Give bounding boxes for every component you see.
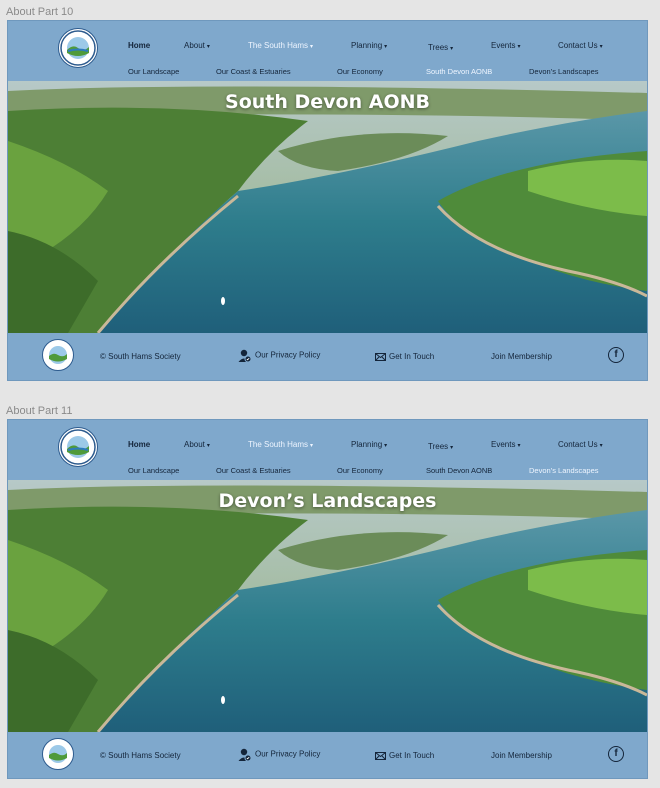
caret-down-icon: ▾ [384, 44, 388, 50]
footer-membership-link[interactable]: Join Membership [491, 352, 552, 361]
caret-down-icon: ▾ [599, 443, 603, 449]
hero-title: Devon’s Landscapes [218, 490, 437, 512]
caret-down-icon: ▾ [384, 443, 388, 449]
nav-contact[interactable]: Contact Us ▾ [558, 440, 603, 449]
top-navigation: Home About ▾ The South Hams ▾ Planning ▾ Tr… [8, 21, 647, 81]
hero-title: South Devon AONB [225, 91, 430, 113]
nav-south-hams[interactable]: The South Hams ▾ [248, 440, 313, 449]
footer-contact-link[interactable]: Get In Touch [375, 352, 434, 361]
nav-planning[interactable]: Planning ▾ [351, 41, 387, 50]
caret-down-icon: ▾ [517, 44, 521, 50]
caret-down-icon: ▾ [206, 443, 210, 449]
subnav-devons-landscapes[interactable]: Devon’s Landscapes [529, 67, 599, 76]
subnav-south-devon-aonb[interactable]: South Devon AONB [426, 466, 492, 475]
subnav-our-economy[interactable]: Our Economy [337, 67, 383, 76]
caret-down-icon: ▾ [517, 443, 521, 449]
subnav-our-landscape[interactable]: Our Landscape [128, 67, 179, 76]
nav-trees[interactable]: Trees ▾ [428, 43, 453, 52]
society-logo[interactable] [58, 28, 98, 68]
caret-down-icon: ▾ [310, 44, 314, 50]
subnav-our-economy[interactable]: Our Economy [337, 466, 383, 475]
nav-events[interactable]: Events ▾ [491, 41, 520, 50]
nav-south-hams[interactable]: The South Hams ▾ [248, 41, 313, 50]
subnav-south-devon-aonb[interactable]: South Devon AONB [426, 67, 492, 76]
footer-logo[interactable] [42, 339, 74, 371]
footer-copyright: © South Hams Society [100, 352, 181, 361]
frame-about-part-11: Home About ▾ The South Hams ▾ Planning ▾ Tr… [7, 419, 648, 779]
facebook-icon[interactable]: f [608, 746, 624, 762]
footer-logo[interactable] [42, 738, 74, 770]
nav-about[interactable]: About ▾ [184, 440, 210, 449]
privacy-icon [238, 748, 252, 762]
caret-down-icon: ▾ [450, 445, 454, 451]
mail-icon [375, 751, 386, 760]
society-logo[interactable] [58, 427, 98, 467]
caret-down-icon: ▾ [599, 44, 603, 50]
footer-privacy-link[interactable]: Our Privacy Policy [237, 348, 320, 363]
hero-image: Devon’s Landscapes [8, 480, 647, 732]
top-navigation: Home About ▾ The South Hams ▾ Planning ▾ Tr… [8, 420, 647, 480]
footer-contact-link[interactable]: Get In Touch [375, 751, 434, 760]
caret-down-icon: ▾ [310, 443, 314, 449]
subnav-our-landscape[interactable]: Our Landscape [128, 466, 179, 475]
nav-trees[interactable]: Trees ▾ [428, 442, 453, 451]
footer: © South Hams Society Our Privacy Policy … [8, 732, 647, 778]
nav-home[interactable]: Home [128, 440, 150, 449]
caret-down-icon: ▾ [450, 46, 454, 52]
footer-copyright: © South Hams Society [100, 751, 181, 760]
frame-label: About Part 10 [6, 6, 74, 18]
footer-membership-link[interactable]: Join Membership [491, 751, 552, 760]
subnav-coast-estuaries[interactable]: Our Coast & Estuaries [216, 67, 291, 76]
facebook-icon[interactable]: f [608, 347, 624, 363]
subnav-devons-landscapes[interactable]: Devon’s Landscapes [529, 466, 599, 475]
nav-home[interactable]: Home [128, 41, 150, 50]
privacy-icon [238, 349, 252, 363]
frame-label: About Part 11 [6, 405, 73, 417]
nav-about[interactable]: About ▾ [184, 41, 210, 50]
mail-icon [375, 352, 386, 361]
footer-privacy-link[interactable]: Our Privacy Policy [237, 747, 320, 762]
subnav-coast-estuaries[interactable]: Our Coast & Estuaries [216, 466, 291, 475]
footer: © South Hams Society Our Privacy Policy … [8, 333, 647, 380]
frame-about-part-10: Home About ▾ The South Hams ▾ Planning ▾ Tr… [7, 20, 648, 381]
nav-planning[interactable]: Planning ▾ [351, 440, 387, 449]
nav-events[interactable]: Events ▾ [491, 440, 520, 449]
caret-down-icon: ▾ [206, 44, 210, 50]
hero-image: South Devon AONB [8, 81, 647, 333]
nav-contact[interactable]: Contact Us ▾ [558, 41, 603, 50]
